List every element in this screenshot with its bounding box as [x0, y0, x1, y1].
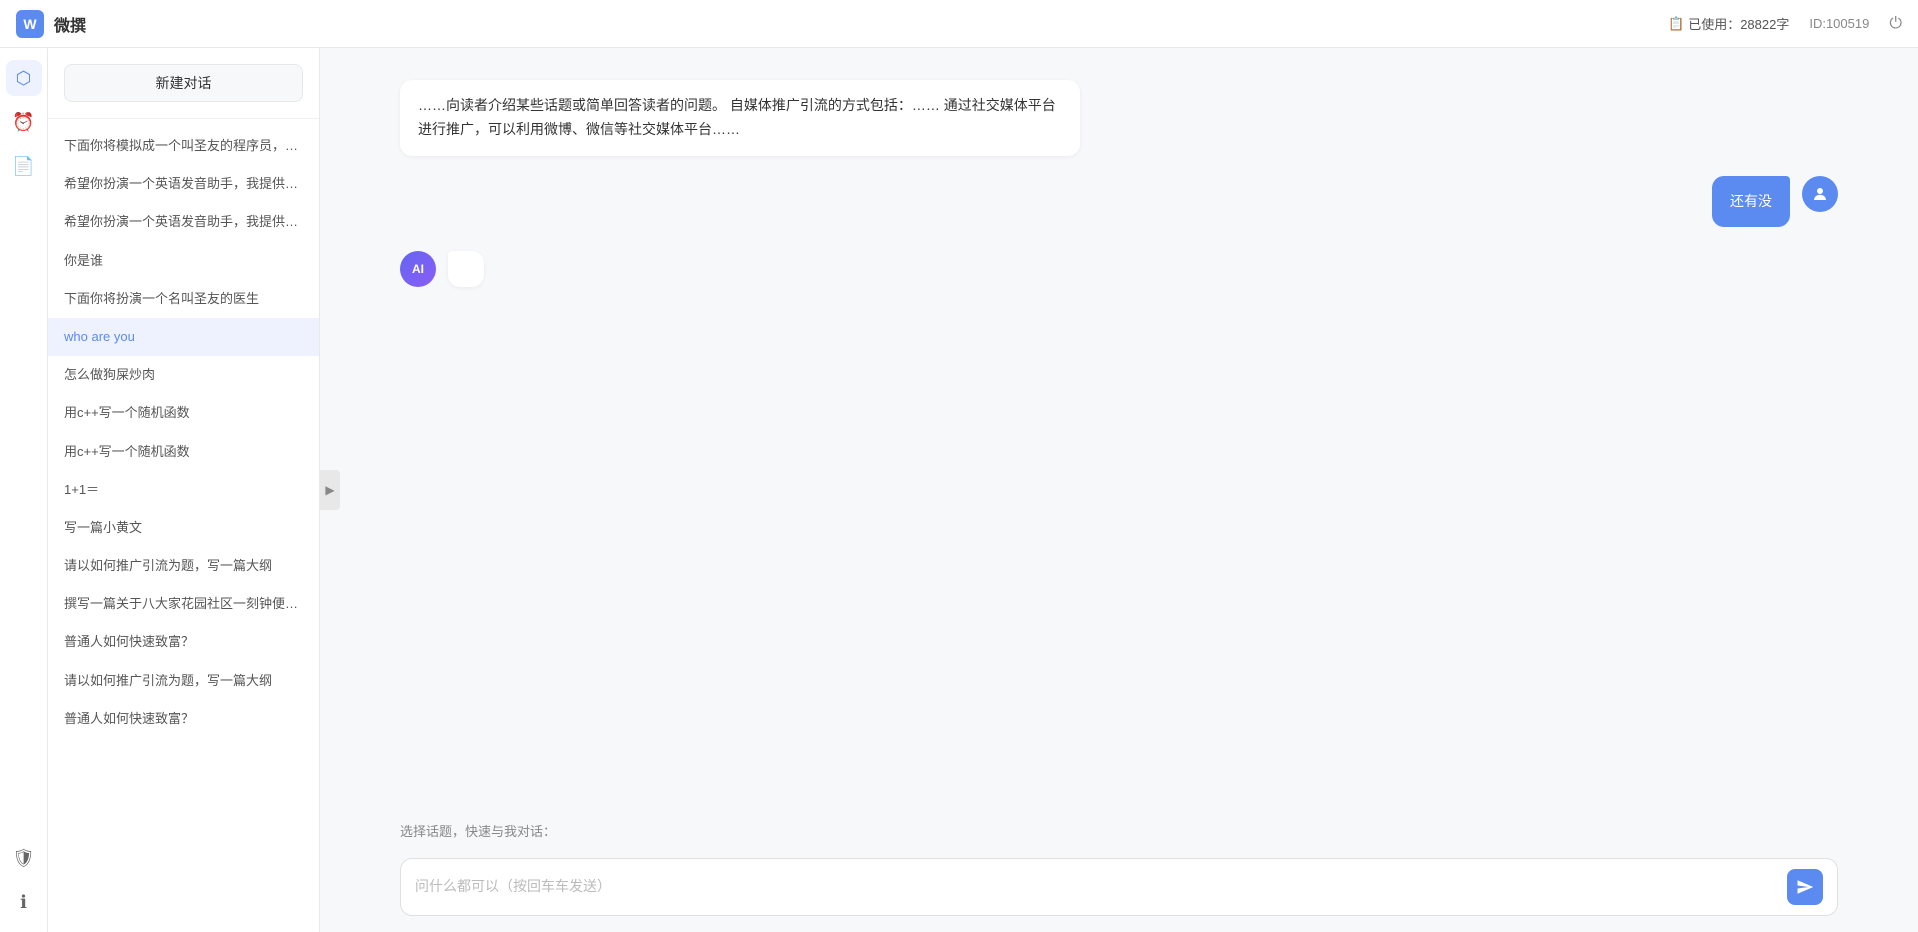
partial-message-row: ……向读者介绍某些话题或简单回答读者的问题。 自媒体推广引流的方式包括：…… 通… — [320, 68, 1918, 168]
conversation-item[interactable]: who are you — [48, 318, 319, 356]
sidebar-item-shield[interactable]: 🛡 — [6, 840, 42, 876]
conversation-item[interactable]: 下面你将模拟成一个叫圣友的程序员，我说... — [48, 127, 319, 165]
ai-avatar-text: AI — [412, 262, 424, 276]
sidebar-item-home[interactable]: ⬡ — [6, 60, 42, 96]
conversation-item[interactable]: 普通人如何快速致富？ — [48, 700, 319, 738]
topbar-left: W 微撰 — [16, 10, 86, 38]
ai-avatar: AI — [400, 251, 436, 287]
conversation-item[interactable]: 请以如何推广引流为题，写一篇大纲 — [48, 547, 319, 585]
sidebar-collapse-button[interactable]: ▶ — [320, 470, 340, 510]
conversation-item[interactable]: 希望你扮演一个英语发音助手，我提供给你... — [48, 165, 319, 203]
conversation-item[interactable]: 下面你将扮演一个名叫圣友的医生 — [48, 280, 319, 318]
partial-text: ……向读者介绍某些话题或简单回答读者的问题。 自媒体推广引流的方式包括：…… 通… — [418, 97, 1056, 137]
chat-input[interactable] — [415, 877, 1779, 898]
sidebar-item-info[interactable]: ℹ — [6, 884, 42, 920]
conv-sidebar-header: 新建对话 — [48, 48, 319, 119]
power-button[interactable]: ⏻ — [1889, 15, 1902, 33]
icon-sidebar: ⬡ ⏰ 📄 🛡 ℹ — [0, 48, 48, 932]
message-row-user: 还有没 — [320, 168, 1918, 236]
ai-message-bubble — [448, 251, 484, 287]
chat-area: ……向读者介绍某些话题或简单回答读者的问题。 自媒体推广引流的方式包括：…… 通… — [320, 48, 1918, 932]
quick-reply-text: 选择话题，快速与我对话： — [400, 824, 556, 839]
app-title: 微撰 — [54, 12, 86, 36]
conversation-item[interactable]: 1+1＝ — [48, 471, 319, 509]
send-icon — [1796, 878, 1814, 896]
conversation-item[interactable]: 普通人如何快速致富？ — [48, 623, 319, 661]
conversation-item[interactable]: 希望你扮演一个英语发音助手，我提供给你... — [48, 203, 319, 241]
topbar-right: 📋 已使用：28822字 ID:100519 ⏻ — [1668, 14, 1902, 33]
user-message-bubble: 还有没 — [1712, 176, 1790, 228]
sidebar-item-doc[interactable]: 📄 — [6, 148, 42, 184]
conversation-item[interactable]: 你是谁 — [48, 242, 319, 280]
app-logo-icon: W — [16, 10, 44, 38]
usage-display: 📋 已使用：28822字 — [1668, 14, 1789, 33]
partial-bubble: ……向读者介绍某些话题或简单回答读者的问题。 自媒体推广引流的方式包括：…… 通… — [400, 80, 1080, 156]
usage-icon: 📋 — [1668, 16, 1684, 32]
quick-replies-label: 选择话题，快速与我对话： — [320, 809, 1918, 846]
conversation-item[interactable]: 用c++写一个随机函数 — [48, 394, 319, 432]
send-button[interactable] — [1787, 869, 1823, 905]
usage-label: 已使用：28822字 — [1688, 14, 1789, 33]
new-conversation-button[interactable]: 新建对话 — [64, 64, 303, 102]
topbar: W 微撰 📋 已使用：28822字 ID:100519 ⏻ — [0, 0, 1918, 48]
user-avatar — [1802, 176, 1838, 212]
logo-letter: W — [23, 16, 36, 32]
conversation-item[interactable]: 请以如何推广引流为题，写一篇大纲 — [48, 662, 319, 700]
chat-input-area — [320, 846, 1918, 932]
conversation-item[interactable]: 撰写一篇关于八大家花园社区一刻钟便民生... — [48, 585, 319, 623]
user-id: ID:100519 — [1809, 16, 1869, 31]
chat-messages: ……向读者介绍某些话题或简单回答读者的问题。 自媒体推广引流的方式包括：…… 通… — [320, 48, 1918, 809]
conversation-sidebar: 新建对话 下面你将模拟成一个叫圣友的程序员，我说...希望你扮演一个英语发音助手… — [48, 48, 320, 932]
message-row-ai: AI — [320, 243, 1918, 295]
main-layout: ⬡ ⏰ 📄 🛡 ℹ 新建对话 下面你将模拟成一个叫圣友的程序员，我说...希望你… — [0, 48, 1918, 932]
chat-input-wrapper — [400, 858, 1838, 916]
conversation-list: 下面你将模拟成一个叫圣友的程序员，我说...希望你扮演一个英语发音助手，我提供给… — [48, 119, 319, 932]
conversation-item[interactable]: 怎么做狗屎炒肉 — [48, 356, 319, 394]
conversation-item[interactable]: 用c++写一个随机函数 — [48, 433, 319, 471]
user-message-text: 还有没 — [1730, 193, 1772, 209]
conversation-item[interactable]: 写一篇小黄文 — [48, 509, 319, 547]
sidebar-item-clock[interactable]: ⏰ — [6, 104, 42, 140]
